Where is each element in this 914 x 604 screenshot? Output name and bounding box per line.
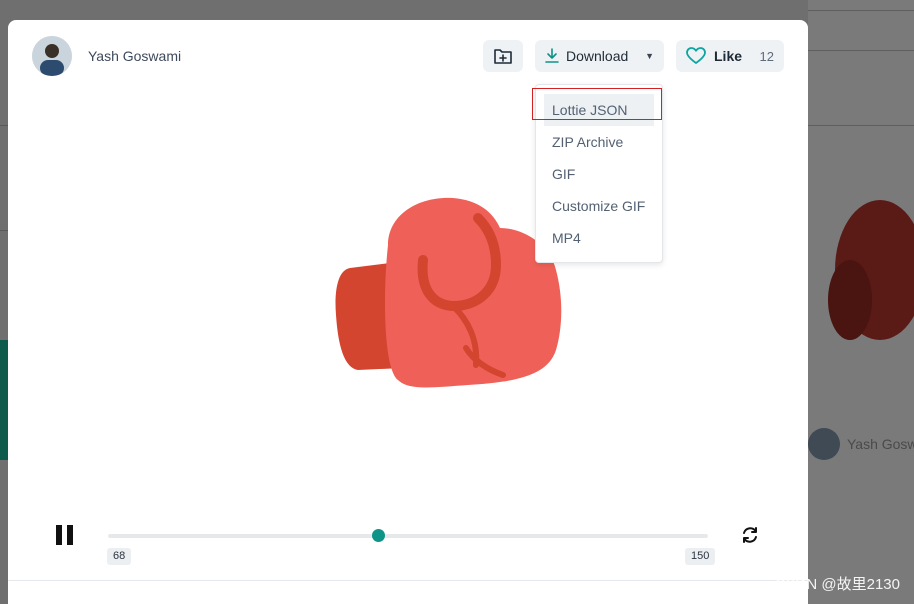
animation-preview-modal: Yash Goswami Download ▼ Like 12 68 150 L…	[8, 20, 808, 604]
pause-icon	[56, 525, 62, 545]
background-glove-image	[828, 200, 914, 340]
start-frame-badge: 68	[107, 548, 132, 565]
seek-slider-thumb[interactable]	[372, 529, 385, 542]
save-to-folder-button[interactable]	[483, 40, 523, 72]
chevron-down-icon: ▼	[645, 51, 654, 61]
download-button[interactable]: Download ▼	[535, 40, 664, 72]
watermark: CSDN @故里2130	[774, 576, 900, 593]
background-left-thumbnail	[0, 340, 8, 460]
like-count: 12	[759, 48, 774, 64]
end-frame-badge: 150	[685, 548, 716, 565]
author-avatar[interactable]	[32, 36, 72, 76]
pause-icon	[67, 525, 73, 545]
background-divider	[808, 125, 914, 126]
heart-icon	[686, 47, 706, 64]
menu-item-customize-gif[interactable]: Customize GIF	[536, 190, 662, 222]
menu-item-lottie-json[interactable]: Lottie JSON	[544, 94, 654, 126]
pause-button[interactable]	[56, 525, 74, 545]
like-label: Like	[714, 48, 743, 64]
author-name[interactable]: Yash Goswami	[88, 48, 181, 64]
background-divider	[808, 10, 914, 11]
frame-seek-slider[interactable]	[108, 529, 708, 542]
download-label: Download	[566, 48, 629, 64]
download-icon	[545, 48, 559, 63]
folder-add-icon	[494, 49, 512, 64]
menu-item-mp4[interactable]: MP4	[536, 222, 662, 254]
background-avatar	[808, 428, 840, 460]
modal-divider	[8, 580, 808, 581]
background-divider	[808, 50, 914, 51]
background-divider	[0, 125, 8, 126]
background-divider	[0, 230, 8, 231]
loop-icon[interactable]	[739, 524, 761, 546]
download-format-menu: Lottie JSON ZIP Archive GIF Customize GI…	[535, 84, 663, 263]
background-author-name: Yash Goswami	[847, 436, 914, 452]
menu-item-gif[interactable]: GIF	[536, 158, 662, 190]
boxing-glove-animation	[335, 197, 562, 388]
menu-item-zip-archive[interactable]: ZIP Archive	[536, 126, 662, 158]
like-button[interactable]: Like 12	[676, 40, 784, 72]
